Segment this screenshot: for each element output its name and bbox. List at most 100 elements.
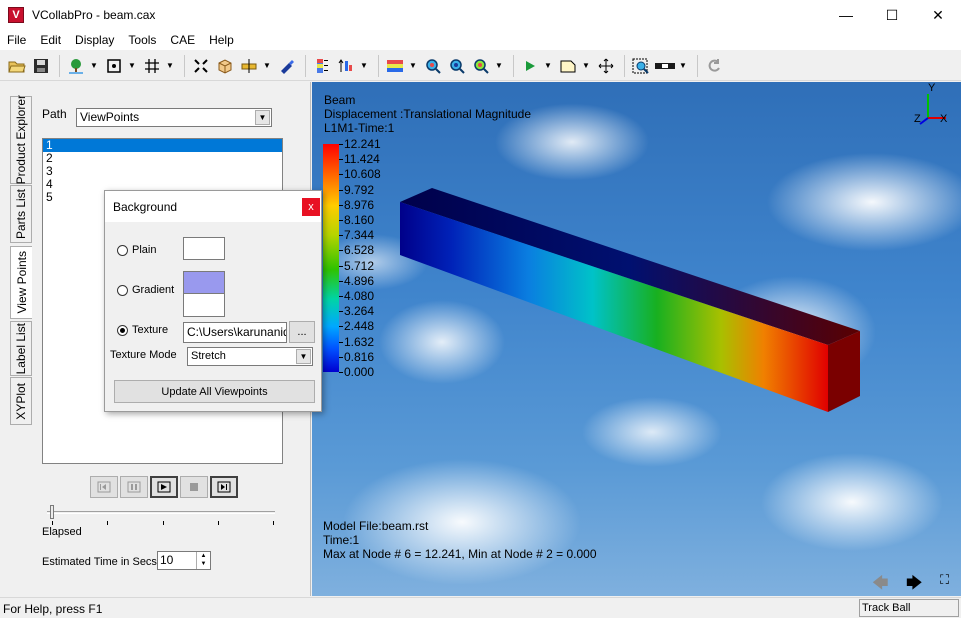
time-text: Time:1: [323, 533, 360, 547]
note-icon[interactable]: [557, 55, 579, 77]
gradient-top-swatch[interactable]: [184, 272, 224, 294]
toolbar-separator: [305, 54, 306, 77]
texture-mode-select[interactable]: Stretch ▼: [187, 347, 313, 366]
menu-display[interactable]: Display: [68, 30, 121, 50]
tab-view-points[interactable]: View Points: [10, 246, 32, 319]
chevron-down-icon[interactable]: ▼: [255, 110, 270, 125]
toolbar-separator: [513, 54, 514, 77]
gradient-label: Gradient: [132, 284, 175, 296]
plain-color-swatch[interactable]: [183, 237, 225, 260]
model-viewport[interactable]: Beam Displacement :Translational Magnitu…: [312, 82, 961, 596]
toolbar-separator: [378, 54, 379, 77]
texture-label: Texture: [132, 324, 169, 336]
open-folder-icon[interactable]: [6, 55, 28, 77]
plain-radio[interactable]: [117, 245, 128, 256]
spin-buttons[interactable]: ▲ ▼: [196, 552, 210, 569]
gradient-bottom-swatch[interactable]: [184, 294, 224, 316]
menu-file[interactable]: File: [0, 30, 33, 50]
menu-bar: File Edit Display Tools CAE Help: [0, 30, 961, 50]
zoom-in-icon[interactable]: [422, 55, 444, 77]
title-bar: V VCollabPro - beam.cax — ☐ ✕: [0, 0, 961, 30]
menu-help[interactable]: Help: [202, 30, 241, 50]
ruler-icon[interactable]: [654, 55, 676, 77]
texture-radio[interactable]: [117, 325, 128, 336]
cube-icon[interactable]: [214, 55, 236, 77]
contour-dropdown-icon[interactable]: ▼: [408, 55, 418, 77]
ruler-dropdown-icon[interactable]: ▼: [678, 55, 688, 77]
stop-icon[interactable]: [180, 476, 208, 498]
grid-icon[interactable]: [141, 55, 163, 77]
elapsed-slider-track[interactable]: [47, 511, 275, 514]
fullscreen-icon[interactable]: ⛶: [940, 572, 949, 588]
texture-mode-label: Texture Mode: [110, 349, 177, 361]
gradient-radio[interactable]: [117, 285, 128, 296]
play-icon[interactable]: [519, 55, 541, 77]
slider-tick: [218, 521, 219, 525]
app-logo-icon: V: [8, 7, 24, 23]
play-icon[interactable]: [150, 476, 178, 498]
menu-edit[interactable]: Edit: [33, 30, 68, 50]
contour-icon[interactable]: [384, 55, 406, 77]
previous-icon[interactable]: [90, 476, 118, 498]
window-title: VCollabPro - beam.cax: [32, 8, 156, 22]
status-mode-pane: Track Ball: [859, 599, 959, 617]
estimated-time-input[interactable]: 10 ▲ ▼: [157, 551, 211, 570]
toolbar-separator: [624, 54, 625, 77]
toolbar-separator: [59, 54, 60, 77]
texture-path-input[interactable]: C:\Users\karunanidh: [183, 322, 287, 343]
menu-tools[interactable]: Tools: [121, 30, 163, 50]
zoom-out-icon[interactable]: [446, 55, 468, 77]
list-item[interactable]: 2: [43, 152, 282, 165]
update-all-viewpoints-button[interactable]: Update All Viewpoints: [114, 380, 315, 403]
sort-icon[interactable]: [335, 55, 357, 77]
save-icon[interactable]: [30, 55, 52, 77]
menu-cae[interactable]: CAE: [163, 30, 202, 50]
minimize-button[interactable]: —: [823, 0, 869, 30]
tab-product-explorer[interactable]: Product Explorer: [10, 95, 32, 185]
list-item[interactable]: 1: [43, 139, 282, 152]
fit-view-icon[interactable]: [103, 55, 125, 77]
zoom-window-icon[interactable]: [470, 55, 492, 77]
pan-icon[interactable]: [595, 55, 617, 77]
sort-dropdown-icon[interactable]: ▼: [359, 55, 369, 77]
forward-arrow-icon[interactable]: 🡆: [906, 572, 923, 596]
zoom-dropdown-icon[interactable]: ▼: [494, 55, 504, 77]
pause-icon[interactable]: [120, 476, 148, 498]
tree-dropdown-icon[interactable]: ▼: [89, 55, 99, 77]
dialog-close-button[interactable]: x: [302, 198, 320, 216]
fit-dropdown-icon[interactable]: ▼: [127, 55, 137, 77]
next-icon[interactable]: [210, 476, 238, 498]
browse-button[interactable]: ...: [289, 321, 315, 343]
tab-parts-list[interactable]: Parts List: [10, 185, 32, 243]
path-select[interactable]: ViewPoints ▼: [76, 108, 272, 127]
section-dropdown-icon[interactable]: ▼: [262, 55, 272, 77]
playback-controls: [90, 476, 240, 498]
back-arrow-icon[interactable]: 🡄: [872, 572, 889, 596]
dialog-title: Background: [105, 191, 321, 222]
max-min-text: Max at Node # 6 = 12.241, Min at Node # …: [323, 547, 597, 561]
maximize-button[interactable]: ☐: [869, 0, 915, 30]
gradient-color-swatch[interactable]: [183, 271, 225, 317]
note-dropdown-icon[interactable]: ▼: [581, 55, 591, 77]
status-bar: For Help, press F1 Track Ball: [0, 597, 961, 618]
slider-tick: [163, 521, 164, 525]
play-dropdown-icon[interactable]: ▼: [543, 55, 553, 77]
axis-z-label: Z: [914, 113, 921, 125]
beam-end-face: [828, 331, 860, 412]
tab-xyplot[interactable]: XYPlot: [10, 377, 32, 425]
chevron-down-icon[interactable]: ▼: [296, 349, 311, 364]
tree-icon[interactable]: [65, 55, 87, 77]
list-item[interactable]: 3: [43, 165, 282, 178]
tab-label-list[interactable]: Label List: [10, 321, 32, 376]
legend-icon[interactable]: [311, 55, 333, 77]
close-button[interactable]: ✕: [915, 0, 961, 30]
toolbar-separator: [697, 54, 698, 77]
zoom-box-icon[interactable]: [630, 55, 652, 77]
axis-y-label: Y: [928, 82, 936, 94]
section-icon[interactable]: [238, 55, 260, 77]
grid-dropdown-icon[interactable]: ▼: [165, 55, 175, 77]
explode-icon[interactable]: [190, 55, 212, 77]
elapsed-slider-thumb[interactable]: [50, 505, 54, 519]
paint-icon[interactable]: [276, 55, 298, 77]
refresh-icon[interactable]: [703, 55, 725, 77]
